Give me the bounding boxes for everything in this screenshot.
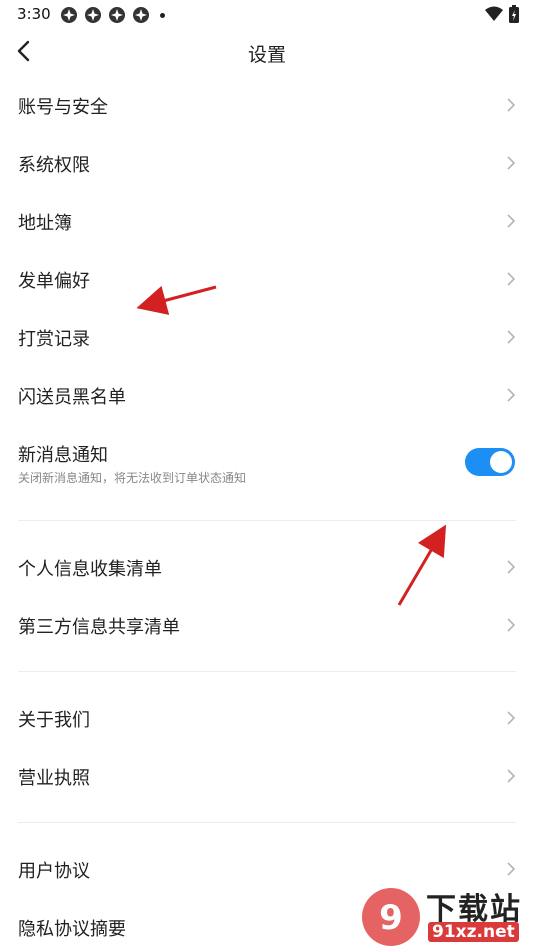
settings-row-about-us[interactable]: 关于我们 <box>0 689 534 747</box>
chevron-right-icon <box>507 330 516 344</box>
chevron-right-icon <box>507 272 516 286</box>
row-label: 关于我们 <box>18 710 90 731</box>
row-label: 第三方信息共享清单 <box>18 617 180 638</box>
row-label: 发单偏好 <box>18 271 90 292</box>
app-notification-icon <box>109 7 125 23</box>
chevron-right-icon <box>507 711 516 725</box>
settings-row-tip-records[interactable]: 打赏记录 <box>0 308 534 366</box>
row-label: 闪送员黑名单 <box>18 387 126 408</box>
status-time: 3:30 <box>17 5 51 23</box>
notification-toggle[interactable] <box>465 448 515 476</box>
battery-icon <box>509 5 519 23</box>
svg-text:9: 9 <box>379 898 403 938</box>
row-label: 系统权限 <box>18 155 90 176</box>
chevron-right-icon <box>507 560 516 574</box>
watermark-url: 91xz.net <box>428 922 519 942</box>
row-label: 隐私协议摘要 <box>18 919 126 940</box>
chevron-right-icon <box>507 214 516 228</box>
row-label: 地址簿 <box>18 213 72 234</box>
settings-row-courier-blacklist[interactable]: 闪送员黑名单 <box>0 366 534 424</box>
settings-row-address-book[interactable]: 地址簿 <box>0 192 534 250</box>
app-notification-icon <box>133 7 149 23</box>
chevron-right-icon <box>507 862 516 876</box>
toggle-knob <box>490 451 512 473</box>
row-label: 个人信息收集清单 <box>18 559 162 580</box>
chevron-right-icon <box>507 769 516 783</box>
settings-row-new-message-notification: 新消息通知 关闭新消息通知，将无法收到订单状态通知 <box>0 424 534 504</box>
settings-row-system-permissions[interactable]: 系统权限 <box>0 134 534 192</box>
chevron-right-icon <box>507 156 516 170</box>
more-notifications-dot <box>160 12 165 18</box>
settings-row-personal-info-collection[interactable]: 个人信息收集清单 <box>0 538 534 596</box>
app-notification-icon <box>85 7 101 23</box>
row-description: 关闭新消息通知，将无法收到订单状态通知 <box>18 471 247 485</box>
row-label: 营业执照 <box>18 768 90 789</box>
row-label: 账号与安全 <box>18 97 108 118</box>
chevron-right-icon <box>507 98 516 112</box>
settings-row-business-license[interactable]: 营业执照 <box>0 747 534 805</box>
system-icons <box>485 5 519 23</box>
status-bar: 3:30 <box>0 0 534 28</box>
section-divider <box>18 671 516 672</box>
title-bar: 设置 <box>0 28 534 76</box>
watermark-logo-icon: 9 <box>362 888 420 946</box>
section-divider <box>18 822 516 823</box>
notification-icons <box>60 6 165 24</box>
settings-row-third-party-sharing[interactable]: 第三方信息共享清单 <box>0 596 534 654</box>
settings-row-account-security[interactable]: 账号与安全 <box>0 76 534 134</box>
chevron-right-icon <box>507 618 516 632</box>
watermark: 9 下载站 91xz.net <box>360 882 530 950</box>
page-title: 设置 <box>247 44 286 66</box>
wifi-icon <box>485 6 503 21</box>
row-label: 新消息通知 <box>18 445 108 466</box>
row-label: 打赏记录 <box>18 329 90 350</box>
settings-row-order-preferences[interactable]: 发单偏好 <box>0 250 534 308</box>
chevron-right-icon <box>507 388 516 402</box>
app-notification-icon <box>61 7 77 23</box>
section-divider <box>18 520 516 521</box>
row-label: 用户协议 <box>18 861 90 882</box>
